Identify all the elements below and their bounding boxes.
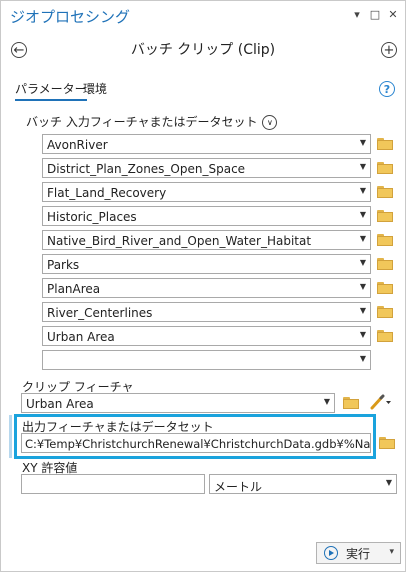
batch-input-value: Historic_Places [47,210,137,224]
dropdown-arrow-icon: ▼ [323,397,330,406]
folder-icon[interactable] [377,186,393,198]
batch-input-value: District_Plan_Zones_Open_Space [47,162,246,176]
folder-icon[interactable] [377,162,393,174]
dropdown-arrow-icon: ▼ [359,282,366,291]
window-controls: ▾ □ ✕ [351,8,399,21]
batch-input-value: PlanArea [47,282,101,296]
batch-input-value: Native_Bird_River_and_Open_Water_Habitat [47,234,312,248]
help-icon[interactable]: ? [379,81,395,97]
geoprocessing-pane: ジオプロセシング ▾ □ ✕ ← バッチ クリップ (Clip) + パラメータ… [0,0,406,572]
output-accent-bar [9,415,12,458]
xy-tolerance-unit-value: メートル [214,480,263,494]
clip-features-dropdown[interactable]: Urban Area ▼ [21,393,335,413]
batch-input-value: Parks [47,258,80,272]
close-icon[interactable]: ✕ [387,8,399,21]
maximize-icon[interactable]: □ [369,8,381,21]
output-path-input[interactable]: C:¥Temp¥ChristchurchRenewal¥Christchurch… [21,433,371,453]
folder-icon[interactable] [377,330,393,342]
tab-parameters[interactable]: パラメーター [15,80,87,101]
dropdown-arrow-icon: ▼ [359,354,366,363]
batch-input-dropdown[interactable]: Flat_Land_Recovery ▼ [42,182,371,202]
dropdown-arrow-icon: ▼ [359,186,366,195]
batch-input-dropdown[interactable]: District_Plan_Zones_Open_Space ▼ [42,158,371,178]
batch-input-value: River_Centerlines [47,306,153,320]
batch-input-dropdown[interactable]: ▼ [42,350,371,370]
pane-menu-icon[interactable]: ▾ [351,8,363,21]
batch-input-dropdown[interactable]: Historic_Places ▼ [42,206,371,226]
clip-features-value: Urban Area [26,397,94,411]
batch-input-dropdown[interactable]: Parks ▼ [42,254,371,274]
dropdown-arrow-icon: ▼ [359,330,366,339]
run-button-label: 実行 [346,546,371,561]
batch-input-value: AvonRiver [47,138,108,152]
folder-icon[interactable] [377,210,393,222]
folder-icon[interactable] [377,234,393,246]
xy-tolerance-input[interactable] [21,474,205,494]
batch-input-dropdown[interactable]: Urban Area ▼ [42,326,371,346]
chevron-down-icon[interactable]: ▾ [389,547,394,557]
pane-titlebar: ジオプロセシング ▾ □ ✕ [1,1,405,31]
batch-input-dropdown[interactable]: River_Centerlines ▼ [42,302,371,322]
dropdown-arrow-icon: ▼ [359,234,366,243]
batch-input-label-text: バッチ 入力フィーチャまたはデータセット [26,115,258,129]
batch-input-dropdown[interactable]: PlanArea ▼ [42,278,371,298]
folder-icon[interactable] [343,397,359,409]
pane-title: ジオプロセシング [10,8,131,26]
folder-icon[interactable] [377,258,393,270]
run-play-icon [324,546,338,560]
chevron-down-icon[interactable]: ∨ [262,115,278,130]
add-icon[interactable]: + [381,42,397,58]
sketch-pencil-icon[interactable] [369,393,393,411]
tool-title: バッチ クリップ (Clip) [130,42,276,58]
batch-input-dropdown[interactable]: AvonRiver ▼ [42,134,371,154]
folder-icon[interactable] [379,437,395,449]
run-button[interactable]: 実行 ▾ [316,542,401,564]
dropdown-arrow-icon: ▼ [385,478,392,487]
batch-input-dropdown[interactable]: Native_Bird_River_and_Open_Water_Habitat… [42,230,371,250]
dropdown-arrow-icon: ▼ [359,306,366,315]
folder-icon[interactable] [377,306,393,318]
xy-tolerance-unit-dropdown[interactable]: メートル ▼ [209,474,397,494]
folder-icon[interactable] [377,138,393,150]
folder-icon[interactable] [377,282,393,294]
dropdown-arrow-icon: ▼ [359,138,366,147]
dropdown-arrow-icon: ▼ [359,210,366,219]
dropdown-arrow-icon: ▼ [359,258,366,267]
batch-input-label: バッチ 入力フィーチャまたはデータセット ∨ [26,113,278,130]
batch-input-value: Flat_Land_Recovery [47,186,167,200]
dropdown-arrow-icon: ▼ [359,162,366,171]
tab-environments[interactable]: 環境 [83,80,107,97]
batch-input-value: Urban Area [47,330,115,344]
